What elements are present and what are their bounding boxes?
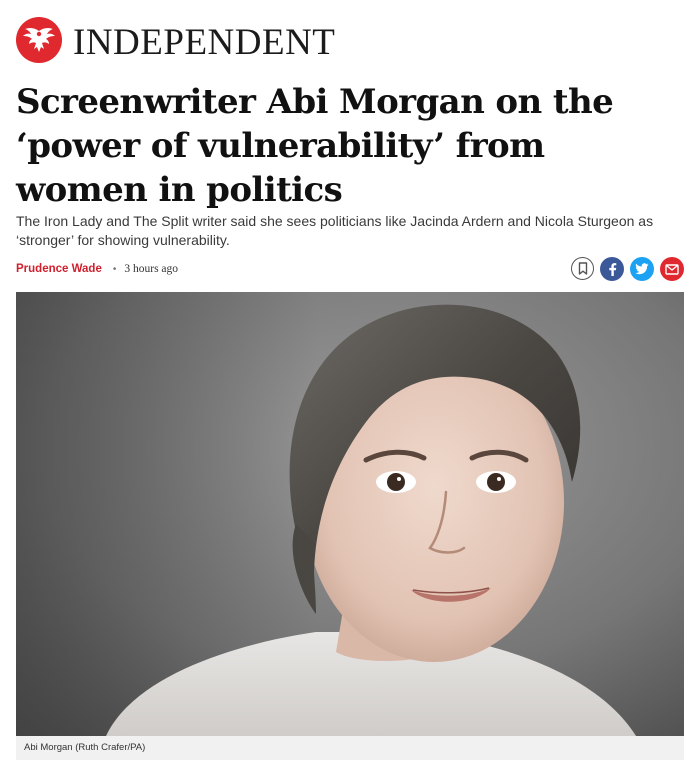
masthead: INDEPENDENT: [16, 10, 335, 70]
facebook-icon: [609, 263, 617, 276]
facebook-share-button[interactable]: [600, 257, 624, 281]
share-bar: [571, 257, 684, 281]
bookmark-icon: [578, 262, 587, 275]
site-wordmark[interactable]: INDEPENDENT: [73, 20, 335, 61]
byline-separator: •: [112, 263, 117, 275]
bookmark-button[interactable]: [571, 257, 594, 280]
article-headline: Screenwriter Abi Morgan on the ‘power of…: [16, 82, 614, 210]
email-icon: [665, 263, 679, 275]
twitter-icon: [635, 263, 649, 275]
eagle-logo-icon[interactable]: [16, 17, 62, 63]
portrait-illustration: [16, 292, 684, 736]
hero-photo: [16, 292, 684, 736]
article-standfirst: The Iron Lady and The Split writer said …: [16, 213, 654, 248]
hero-caption: Abi Morgan (Ruth Crafer/PA): [16, 736, 684, 760]
byline: Prudence Wade • 3 hours ago: [16, 257, 684, 281]
author-link[interactable]: Prudence Wade: [16, 263, 102, 275]
email-share-button[interactable]: [660, 257, 684, 281]
twitter-share-button[interactable]: [630, 257, 654, 281]
published-time: 3 hours ago: [124, 263, 179, 275]
